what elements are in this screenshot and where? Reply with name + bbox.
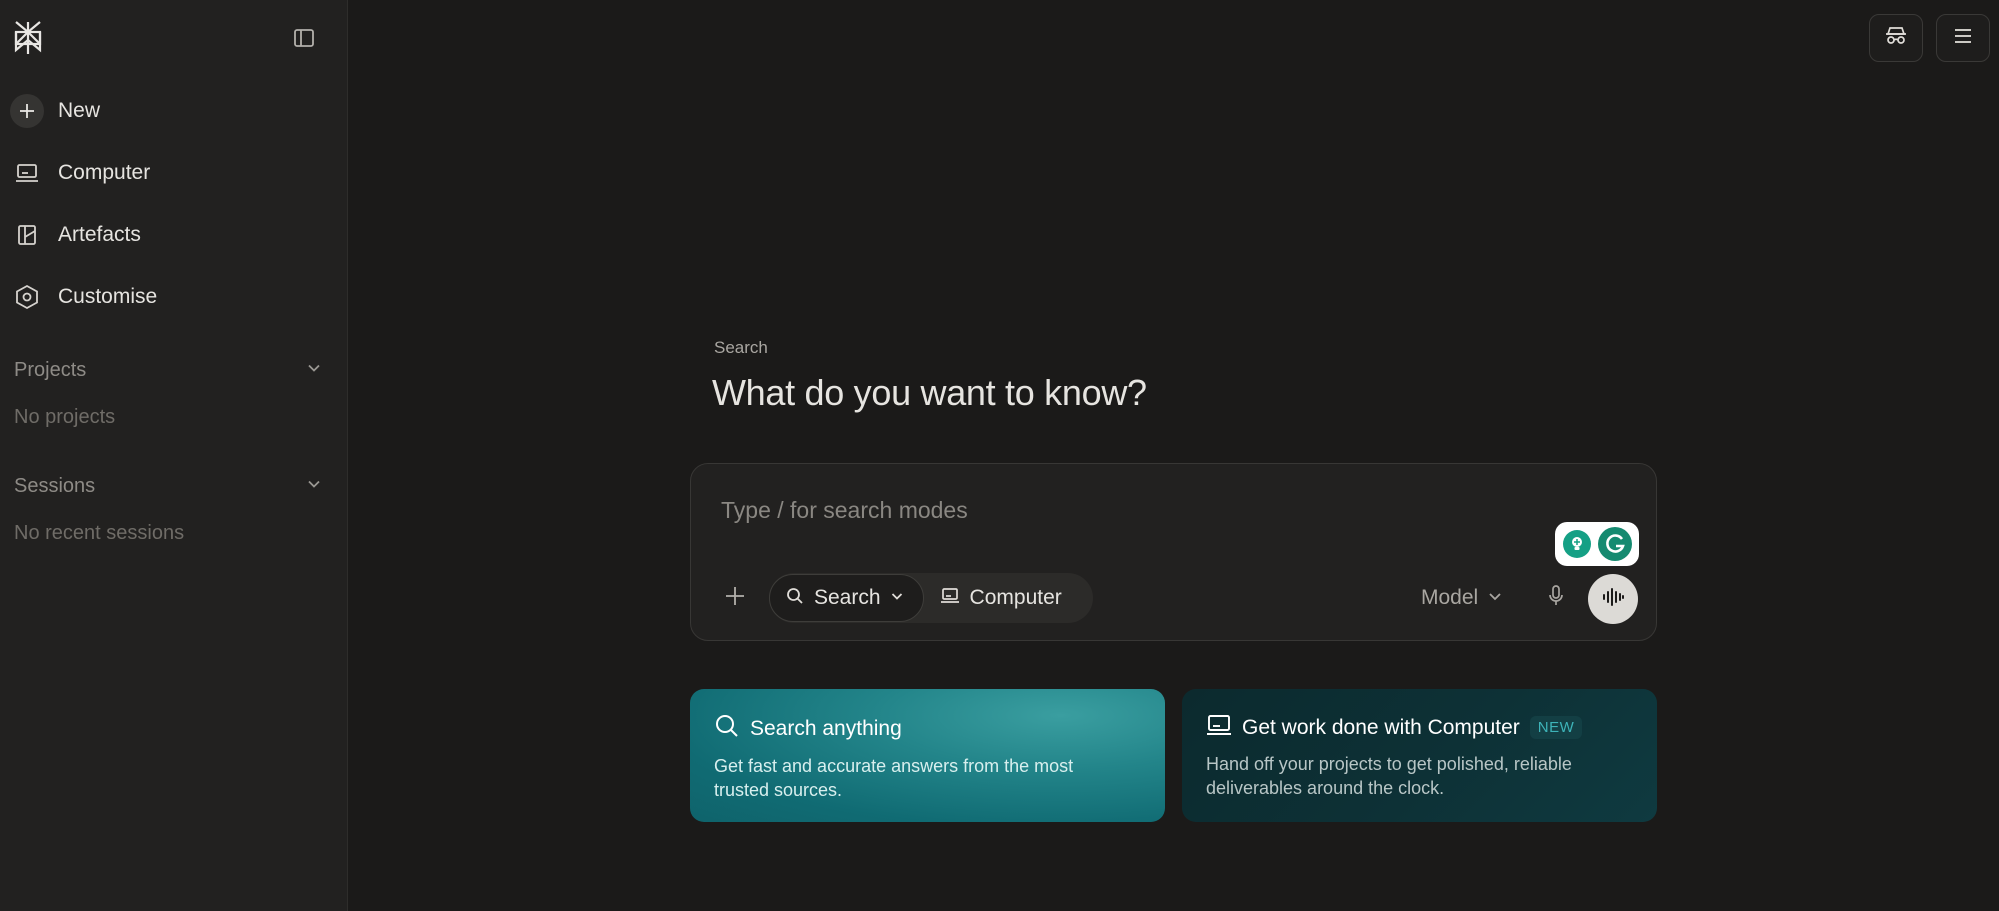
computer-card[interactable]: Get work done with Computer NEW Hand off…: [1182, 689, 1657, 822]
projects-section-header[interactable]: Projects: [14, 355, 324, 385]
microphone-icon: [1546, 584, 1566, 613]
search-mode-group: Search Computer: [769, 573, 1093, 623]
computer-icon: [10, 156, 44, 190]
lightbulb-icon: [1562, 530, 1591, 558]
section-label: Sessions: [14, 474, 96, 497]
search-icon: [714, 713, 740, 744]
prompt-box: Search Computer Model: [690, 463, 1657, 641]
card-title-row: Search anything: [714, 713, 1141, 744]
chevron-down-icon: [304, 474, 324, 499]
chevron-down-icon: [889, 588, 905, 609]
card-title: Search anything: [750, 716, 902, 740]
chevron-down-icon: [1486, 587, 1504, 610]
mode-label: Computer: [969, 586, 1062, 609]
mode-search-button[interactable]: Search: [769, 574, 924, 622]
voice-mode-button[interactable]: [1588, 574, 1638, 624]
perplexity-logo-icon[interactable]: [12, 20, 44, 56]
sidebar: New Computer Artefacts Customise Project…: [0, 0, 348, 911]
incognito-button[interactable]: [1869, 14, 1923, 62]
card-title: Get work done with Computer: [1242, 715, 1520, 739]
card-description: Get fast and accurate answers from the m…: [714, 756, 1074, 800]
mode-computer-button[interactable]: Computer: [924, 574, 1078, 622]
search-icon: [786, 587, 804, 610]
search-input[interactable]: [721, 490, 1601, 530]
sidebar-item-customise[interactable]: Customise: [10, 277, 330, 317]
microphone-button[interactable]: [1540, 582, 1572, 614]
sidebar-item-label: Computer: [58, 161, 151, 184]
chevron-down-icon: [304, 358, 324, 383]
attach-button[interactable]: [719, 582, 751, 614]
sessions-empty-text: No recent sessions: [14, 522, 185, 544]
sidebar-item-label: Customise: [58, 285, 158, 308]
hexagon-settings-icon: [10, 280, 44, 314]
computer-icon: [1206, 713, 1232, 742]
menu-button[interactable]: [1936, 14, 1990, 62]
computer-icon: [940, 587, 960, 610]
plus-icon: [10, 94, 44, 128]
sidebar-item-label: New: [58, 99, 101, 122]
menu-icon: [1952, 27, 1974, 50]
card-title-row: Get work done with Computer NEW: [1206, 713, 1633, 742]
new-badge: NEW: [1529, 716, 1583, 739]
sessions-section-header[interactable]: Sessions: [14, 471, 324, 501]
section-label: Projects: [14, 358, 87, 381]
grammarly-widget[interactable]: [1555, 522, 1639, 566]
artefacts-icon: [10, 218, 44, 252]
page-kicker: Search: [714, 338, 768, 357]
sidebar-item-new[interactable]: New: [10, 91, 330, 131]
mode-label: Search: [814, 586, 881, 609]
plus-icon: [724, 585, 746, 612]
search-anything-card[interactable]: Search anything Get fast and accurate an…: [690, 689, 1165, 822]
grammarly-logo-icon: [1597, 527, 1632, 561]
model-selector[interactable]: Model: [1421, 582, 1504, 614]
incognito-icon: [1884, 25, 1908, 52]
model-label: Model: [1421, 586, 1479, 609]
waveform-icon: [1601, 587, 1625, 612]
sidebar-item-label: Artefacts: [58, 223, 141, 246]
sidebar-item-artefacts[interactable]: Artefacts: [10, 215, 330, 255]
page-title: What do you want to know?: [712, 372, 1147, 413]
sidebar-item-computer[interactable]: Computer: [10, 153, 330, 193]
projects-empty-text: No projects: [14, 406, 116, 428]
sidebar-toggle-icon[interactable]: [292, 26, 316, 50]
card-description: Hand off your projects to get polished, …: [1206, 754, 1572, 798]
